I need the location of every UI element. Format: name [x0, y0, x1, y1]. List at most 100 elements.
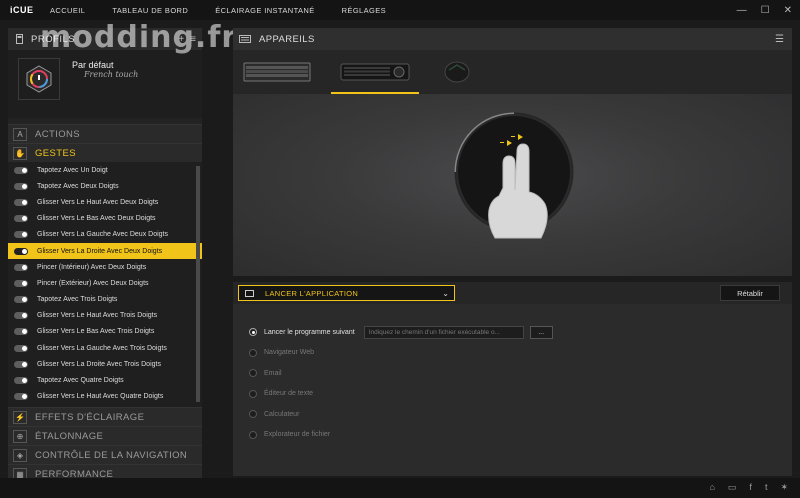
section-calibration[interactable]: ⊕ ÉTALONNAGE — [8, 426, 202, 445]
gesture-toggle[interactable] — [14, 312, 28, 320]
gesture-toggle[interactable] — [14, 393, 28, 401]
device-tabs — [233, 50, 792, 94]
gesture-item[interactable]: Glisser Vers La Droite Avec Trois Doigts — [8, 356, 202, 372]
gesture-item[interactable]: Glisser Vers Le Haut Avec Deux Doigts — [8, 194, 202, 210]
gesture-item[interactable]: Glisser Vers Le Bas Avec Trois Doigts — [8, 324, 202, 340]
gesture-toggle[interactable] — [14, 215, 28, 223]
gesture-toggle[interactable] — [14, 182, 28, 190]
section-actions-label: ACTIONS — [35, 128, 81, 140]
gesture-label: Glisser Vers Le Haut Avec Quatre Doigts — [37, 393, 164, 401]
option-label: Éditeur de texte — [264, 390, 314, 398]
section-gestures[interactable]: ✋ GESTES — [8, 143, 202, 162]
close-icon[interactable]: ✕ — [784, 5, 792, 16]
gesture-label: Glisser Vers Le Haut Avec Deux Doigts — [37, 198, 159, 206]
community-icon[interactable]: ⌂ — [709, 482, 714, 493]
compass-icon: ◈ — [13, 448, 27, 462]
gesture-label: Glisser Vers Le Haut Avec Trois Doigts — [37, 312, 158, 320]
gesture-toggle[interactable] — [14, 198, 28, 206]
option-radio[interactable] — [249, 410, 257, 419]
lightning-icon: ⚡ — [13, 410, 27, 424]
option-label: Lancer le programme suivant — [264, 328, 355, 336]
app-brand: iCUE — [10, 5, 34, 15]
gesture-item[interactable]: Glisser Vers Le Bas Avec Deux Doigts — [8, 211, 202, 227]
nav-accueil[interactable]: ACCUEIL — [50, 6, 85, 15]
gesture-toggle[interactable] — [14, 344, 28, 352]
gesture-label: Tapotez Avec Un Doigt — [37, 166, 108, 174]
device-keyboard-k83[interactable] — [331, 50, 419, 94]
chat-icon[interactable]: ▭ — [728, 482, 737, 493]
device-keyboard-k95[interactable] — [241, 50, 313, 94]
gesture-item[interactable]: Pincer (Intérieur) Avec Deux Doigts — [8, 259, 202, 275]
maximize-icon[interactable]: ☐ — [761, 5, 770, 16]
gesture-item[interactable]: Pincer (Extérieur) Avec Deux Doigts — [8, 275, 202, 291]
nav-eclairage-instantane[interactable]: ÉCLAIRAGE INSTANTANÉ — [215, 6, 314, 15]
current-profile[interactable]: Par défaut French touch — [8, 50, 202, 118]
hand-icon: ✋ — [13, 146, 27, 160]
action-bar: LANCER L'APPLICATION ⌄ Rétablir — [233, 282, 792, 304]
nav-tableau-de-bord[interactable]: TABLEAU DE BORD — [112, 6, 188, 15]
corsair-icon[interactable]: ✶ — [780, 482, 788, 493]
gesture-item[interactable]: Glisser Vers Le Haut Avec Trois Doigts — [8, 308, 202, 324]
gesture-label: Glisser Vers La Gauche Avec Trois Doigts — [37, 344, 167, 352]
gesture-item[interactable]: Tapotez Avec Quatre Doigts — [8, 372, 202, 388]
option-radio[interactable] — [249, 430, 257, 439]
action-option: Navigateur Web — [233, 343, 792, 364]
option-label: Explorateur de fichier — [264, 431, 331, 439]
executable-path-input[interactable] — [363, 325, 524, 339]
gesture-item[interactable]: Tapotez Avec Deux Doigts — [8, 178, 202, 194]
option-radio[interactable] — [249, 389, 257, 398]
action-option: Calculateur — [233, 404, 792, 425]
minimize-icon[interactable]: — — [737, 5, 747, 16]
option-radio[interactable] — [249, 328, 257, 337]
footer: ⌂ ▭ f t ✶ — [0, 478, 800, 498]
gesture-toggle[interactable] — [14, 263, 28, 271]
gesture-toggle[interactable] — [14, 296, 28, 304]
gesture-toggle[interactable] — [14, 166, 28, 174]
section-lighting-label: EFFETS D'ÉCLAIRAGE — [35, 411, 145, 423]
gesture-label: Glisser Vers Le Bas Avec Deux Doigts — [37, 215, 156, 223]
profiles-icon — [16, 34, 23, 44]
browse-button[interactable]: ... — [529, 325, 553, 339]
section-navigation[interactable]: ◈ CONTRÔLE DE LA NAVIGATION — [8, 445, 202, 464]
action-option: Lancer le programme suivant... — [233, 322, 792, 343]
gesture-item[interactable]: Tapotez Avec Un Doigt — [8, 162, 202, 178]
option-label: Navigateur Web — [264, 349, 315, 357]
gesture-toggle[interactable] — [14, 360, 28, 368]
devices-menu-icon[interactable]: ☰ — [775, 34, 784, 45]
action-option: Éditeur de texte — [233, 384, 792, 405]
gesture-scrollbar[interactable] — [196, 166, 200, 402]
facebook-icon[interactable]: f — [749, 482, 752, 493]
device-mouse[interactable] — [427, 50, 487, 94]
profile-name: Par défaut — [72, 60, 114, 70]
gesture-toggle[interactable] — [14, 328, 28, 336]
gesture-toggle[interactable] — [14, 231, 28, 239]
chevron-down-icon: ⌄ — [442, 288, 449, 298]
nav-reglages[interactable]: RÉGLAGES — [342, 6, 386, 15]
section-actions[interactable]: A ACTIONS — [8, 124, 202, 143]
action-options: Lancer le programme suivant... Navigateur… — [233, 304, 792, 476]
gesture-item[interactable]: Glisser Vers La Gauche Avec Trois Doigts — [8, 340, 202, 356]
gesture-toggle[interactable] — [14, 377, 28, 385]
gesture-item[interactable]: Glisser Vers La Gauche Avec Deux Doigts — [8, 227, 202, 243]
option-radio[interactable] — [249, 348, 257, 357]
gesture-scroll-thumb[interactable] — [196, 166, 200, 402]
profile-subtitle: French touch — [84, 70, 139, 79]
gesture-label: Pincer (Extérieur) Avec Deux Doigts — [37, 279, 149, 287]
option-radio[interactable] — [249, 369, 257, 378]
actions-icon: A — [13, 127, 27, 141]
gesture-item[interactable]: Tapotez Avec Trois Doigts — [8, 292, 202, 308]
action-dropdown[interactable]: LANCER L'APPLICATION ⌄ — [238, 285, 455, 301]
twitter-icon[interactable]: t — [765, 482, 768, 493]
gesture-item[interactable]: Glisser Vers La Droite Avec Deux Doigts — [8, 242, 202, 260]
gesture-toggle[interactable] — [14, 279, 28, 287]
gesture-label: Tapotez Avec Quatre Doigts — [37, 377, 124, 385]
devices-title: APPAREILS — [259, 33, 315, 45]
section-lighting[interactable]: ⚡ EFFETS D'ÉCLAIRAGE — [8, 407, 202, 426]
title-bar: iCUE ACCUEIL TABLEAU DE BORD ÉCLAIRAGE I… — [0, 0, 800, 20]
gesture-item[interactable]: Glisser Vers Le Haut Avec Quatre Doigts — [8, 389, 202, 405]
gesture-toggle[interactable] — [14, 247, 28, 255]
reset-button[interactable]: Rétablir — [720, 285, 780, 301]
keyboard-icon — [239, 35, 251, 43]
crosshair-icon: ⊕ — [13, 429, 27, 443]
window-icon — [245, 289, 254, 297]
